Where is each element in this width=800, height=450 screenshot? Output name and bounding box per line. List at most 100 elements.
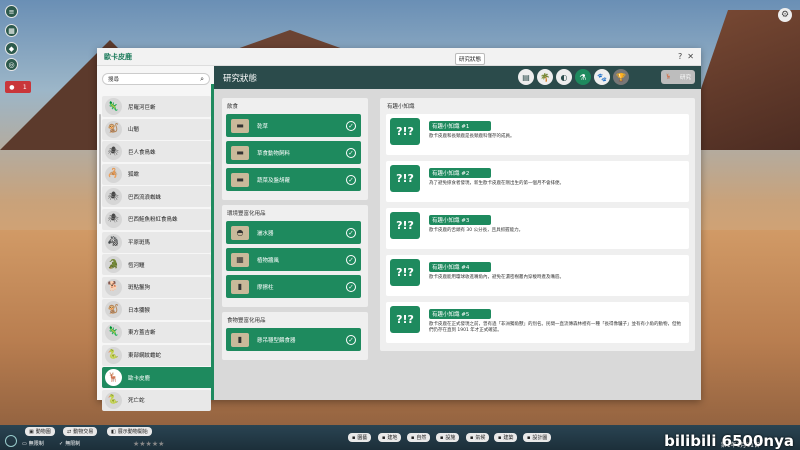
species-name: 東部網紋蟾蛇 xyxy=(128,353,162,360)
settings-gear-icon[interactable]: ⚙ xyxy=(778,8,792,22)
tab-trophy-icon[interactable]: 🏆 xyxy=(613,69,629,85)
checkmark-icon: ✓ xyxy=(346,174,356,185)
species-name: 巨人食鳥蛛 xyxy=(128,149,156,156)
species-list-item[interactable]: 🦎 東方蓋吉蜥 xyxy=(102,321,211,343)
animal-thumbnail-icon: 🐊 xyxy=(105,256,122,274)
research-item[interactable]: ▬ 蔬菜及盤胡蘿 ✓ xyxy=(226,168,361,191)
species-list-item[interactable]: 🐕 斑點鬣狗 xyxy=(102,276,211,298)
species-name: 死亡蛇 xyxy=(128,398,145,405)
species-list-item[interactable]: 🐒 山魈 xyxy=(102,118,211,140)
item-thumbnail-icon: ▬ xyxy=(231,118,249,133)
help-icon[interactable]: ? xyxy=(678,52,682,61)
species-list-item[interactable]: 🐒 日本獼猴 xyxy=(102,299,211,321)
tab-research-icon[interactable]: ⚗ xyxy=(575,69,591,85)
species-name: 巴西流浪蜘蛛 xyxy=(128,194,162,201)
fun-fact-card: ?!? 有趣小知識 #3 歐卡皮鹿的舌頭有 30 公分長，且具抓握能力。 xyxy=(386,208,689,249)
fun-fact-text: 歐卡皮鹿在正式發現之前，曾有過「非洲獨角獸」的別名。民間一直流傳森林裡有一種「長… xyxy=(429,322,681,333)
species-list-item[interactable]: 🦌 歐卡皮鹿 xyxy=(102,367,214,389)
person-icon: ● xyxy=(9,83,15,91)
species-list: 🦎 尼羅河巨蜥 🐒 山魈 🕷 巨人食鳥蛛 🦂 狐蠍 🕷 巴西流浪蜘蛛 🕷 巴西鮭魚粉紅食鳥… xyxy=(97,96,214,418)
tab-overview-icon[interactable]: ▤ xyxy=(518,69,534,85)
item-label: 懸吊穩型餵食器 xyxy=(257,337,296,344)
tool-button[interactable]: ▪ 園藝 xyxy=(348,433,372,442)
item-label: 植物牆風 xyxy=(257,257,280,264)
tool-button[interactable]: ▪ 氣候 xyxy=(466,433,490,442)
research-item[interactable]: ▦ 植物牆風 ✓ xyxy=(226,248,361,271)
research-item[interactable]: ◓ 灑水器 ✓ xyxy=(226,221,361,244)
money-display: ▭ 無限制 xyxy=(18,439,48,448)
tool-button[interactable]: ▪ 設施 xyxy=(436,433,460,442)
animal-thumbnail-icon: 🕷 xyxy=(105,210,122,228)
animal-thumbnail-icon: 🐍 xyxy=(105,391,122,409)
research-item[interactable]: ▬ 乾草 ✓ xyxy=(226,114,361,137)
exhibit-icon: ◧ xyxy=(111,428,116,435)
species-name: 山魈 xyxy=(128,127,140,134)
tool-icon: ▪ xyxy=(382,434,386,441)
fun-fact-card: ?!? 有趣小知識 #5 歐卡皮鹿在正式發現之前，曾有過「非洲獨角獸」的別名。民… xyxy=(386,302,689,343)
species-list-item[interactable]: 🦂 狐蠍 xyxy=(102,163,211,185)
animal-trade-button[interactable]: ⇄ 動物交易 xyxy=(63,427,98,436)
calendar-icon[interactable]: ▦ xyxy=(5,24,18,37)
species-name: 巴西鮭魚粉紅食鳥蛛 xyxy=(128,217,178,224)
zoo-button[interactable]: ▣ 動物園 xyxy=(25,427,55,436)
close-icon[interactable]: ✕ xyxy=(687,52,694,61)
search-box[interactable]: ⌕ xyxy=(102,73,210,85)
tool-button[interactable]: ▪ 設計圖 xyxy=(523,433,552,442)
question-bubble-icon: ?!? xyxy=(390,118,420,145)
species-name: 恆河鱷 xyxy=(128,262,145,269)
tool-icon: ▪ xyxy=(411,434,415,441)
research-header: 研究狀態 ▤ 🌴 ◐ ⚗ 🐾 🏆 🦌 研究 xyxy=(214,66,701,89)
menu-icon[interactable]: ≡ xyxy=(5,5,18,18)
tool-button[interactable]: ▪ 自然 xyxy=(407,433,431,442)
tab-diet-icon[interactable]: ◐ xyxy=(556,69,572,85)
window-titlebar[interactable]: 歐卡皮鹿 ? ✕ xyxy=(97,48,701,66)
species-list-item[interactable]: 🕷 巴西鮭魚粉紅食鳥蛛 xyxy=(102,208,211,230)
species-list-item[interactable]: 🕷 巴西流浪蜘蛛 xyxy=(102,186,211,208)
diet-heading: 飲食 xyxy=(227,104,239,110)
item-thumbnail-icon: ▬ xyxy=(231,145,249,160)
fun-fact-title: 有趣小知識 #5 xyxy=(429,309,491,319)
search-icon[interactable]: ⌕ xyxy=(200,75,204,84)
exhibit-button-label: 展示動物開始 xyxy=(117,429,148,435)
species-name: 日本獼猴 xyxy=(128,307,151,314)
item-thumbnail-icon: ▮ xyxy=(231,279,249,294)
search-input[interactable] xyxy=(108,76,198,82)
research-item[interactable]: ▮ 懸吊穩型餵食器 ✓ xyxy=(226,328,361,351)
question-bubble-icon: ?!? xyxy=(390,212,420,239)
species-list-item[interactable]: 🦓 平原斑馬 xyxy=(102,231,211,253)
species-list-item[interactable]: 🐍 東部網紋蟾蛇 xyxy=(102,344,211,366)
tool-label: 自然 xyxy=(416,435,427,441)
alert-button[interactable]: ● 1 xyxy=(5,81,31,93)
power-icon[interactable] xyxy=(5,435,17,447)
checkmark-icon: ✓ xyxy=(346,254,356,265)
species-list-item[interactable]: 🕷 巨人食鳥蛛 xyxy=(102,141,211,163)
research-action-button[interactable]: 🦌 研究 xyxy=(661,70,695,84)
item-label: 草食動物飼料 xyxy=(257,150,291,157)
species-list-item[interactable]: 🦎 尼羅河巨蜥 xyxy=(102,96,211,117)
fun-fact-text: 歐卡皮鹿的舌頭有 30 公分長，且具抓握能力。 xyxy=(429,228,524,233)
animal-icon: 🦌 xyxy=(665,74,672,80)
animal-thumbnail-icon: 🐕 xyxy=(105,278,122,296)
species-name: 斑點鬣狗 xyxy=(128,285,151,292)
research-item[interactable]: ▬ 草食動物飼料 ✓ xyxy=(226,141,361,164)
research-content: 飲食 ▬ 乾草 ✓ ▬ 草食動物飼料 ✓ ▬ 蔬菜及盤胡蘿 ✓ 環境豐富化用品 ◓ … xyxy=(214,89,701,400)
exhibit-animal-button[interactable]: ◧ 展示動物開始 xyxy=(107,427,152,436)
money-value: 無限制 xyxy=(28,441,44,447)
tab-paw-icon[interactable]: 🐾 xyxy=(594,69,610,85)
tool-label: 建地 xyxy=(387,435,398,441)
animal-thumbnail-icon: 🐒 xyxy=(105,301,122,319)
scenario-icon[interactable]: ◆ xyxy=(5,42,18,55)
stats-icon[interactable]: ◎ xyxy=(5,58,18,71)
tab-habitat-icon[interactable]: 🌴 xyxy=(537,69,553,85)
food-enrichment-section: 食物豐富化用品 ▮ 懸吊穩型餵食器 ✓ xyxy=(222,312,368,360)
tool-button[interactable]: ▪ 建地 xyxy=(378,433,402,442)
species-list-item[interactable]: 🐊 恆河鱷 xyxy=(102,254,211,276)
species-list-item[interactable]: 🐍 死亡蛇 xyxy=(102,389,211,411)
checkmark-icon: ✓ xyxy=(346,334,356,345)
zoo-rating-stars: ★★★★★ xyxy=(133,440,165,448)
fun-fact-card: ?!? 有趣小知識 #4 歐卡皮鹿能用瓊球收進嘴角內，避免在濃密樹叢內穿梭時產及… xyxy=(386,255,689,296)
research-item[interactable]: ▮ 摩擦柱 ✓ xyxy=(226,275,361,298)
checkmark-icon: ✓ xyxy=(346,120,356,131)
item-thumbnail-icon: ▬ xyxy=(231,172,249,187)
tool-button[interactable]: ▪ 建築 xyxy=(494,433,518,442)
